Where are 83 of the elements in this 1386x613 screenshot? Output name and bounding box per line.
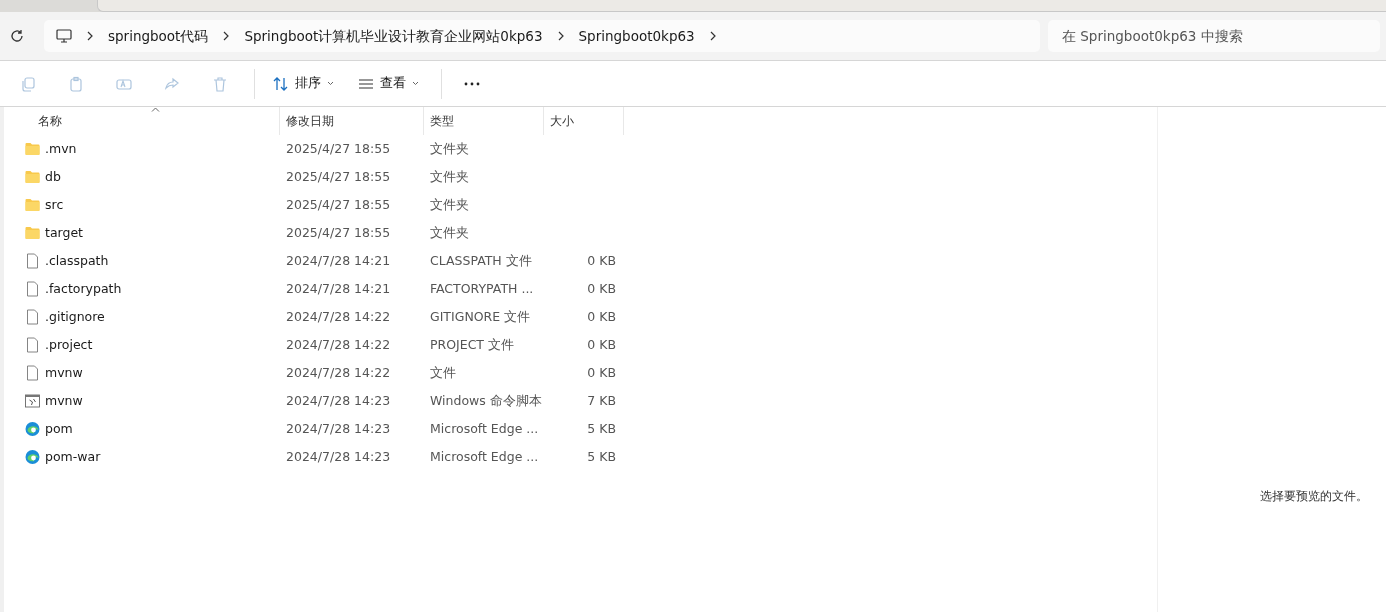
- clipboard-icon: [68, 75, 84, 92]
- modified-date: 2024/7/28 14:21: [286, 280, 391, 296]
- file-name[interactable]: mvnw: [45, 391, 83, 411]
- edge-logo-icon: [24, 449, 41, 465]
- folder-icon: [24, 197, 41, 213]
- file-name[interactable]: .project: [45, 335, 93, 355]
- folder-icon: [24, 141, 41, 157]
- trash-icon: [212, 75, 228, 92]
- computer-icon: [56, 28, 72, 44]
- file-type: PROJECT 文件: [430, 336, 514, 352]
- file-type: Windows 命令脚本: [430, 392, 542, 408]
- modified-date: 2024/7/28 14:23: [286, 392, 391, 408]
- file-name[interactable]: target: [45, 223, 83, 243]
- file-name[interactable]: pom: [45, 419, 73, 439]
- file-size: 0 KB: [587, 308, 616, 324]
- modified-date: 2024/7/28 14:22: [286, 308, 391, 324]
- modified-date: 2024/7/28 14:23: [286, 420, 391, 436]
- refresh-icon[interactable]: [10, 29, 24, 43]
- file-type: 文件夹: [430, 196, 469, 212]
- column-header[interactable]: 修改日期: [280, 107, 424, 135]
- modified-date: 2025/4/27 18:55: [286, 224, 391, 240]
- file-name[interactable]: .mvn: [45, 139, 77, 159]
- file-name[interactable]: .factorypath: [45, 279, 122, 299]
- modified-date: 2025/4/27 18:55: [286, 168, 391, 184]
- breadcrumb-item[interactable]: Springboot计算机毕业设计教育企业网站0kp63: [244, 25, 543, 47]
- file-name[interactable]: pom-war: [45, 447, 101, 467]
- sort-arrows-icon: [273, 75, 289, 92]
- more-icon: [464, 81, 480, 86]
- document-icon: [24, 253, 41, 269]
- chevron-icon: [556, 31, 565, 41]
- modified-date: 2025/4/27 18:55: [286, 140, 391, 156]
- modified-date: 2024/7/28 14:21: [286, 252, 391, 268]
- file-type: FACTORYPATH ...: [430, 280, 534, 296]
- view-button[interactable]: 查看: [348, 70, 429, 97]
- search-field[interactable]: 在 Springboot0kp63 中搜索: [1048, 20, 1380, 52]
- file-size: 5 KB: [587, 448, 616, 464]
- column-header[interactable]: 名称: [4, 107, 280, 135]
- folder-icon: [24, 169, 41, 185]
- folder-icon: [24, 225, 41, 241]
- file-type: GITIGNORE 文件: [430, 308, 531, 324]
- file-name[interactable]: .classpath: [45, 251, 109, 271]
- file-name[interactable]: .gitignore: [45, 307, 105, 327]
- column-header[interactable]: 类型: [424, 107, 544, 135]
- chevron-icon: [222, 31, 231, 41]
- modified-date: 2025/4/27 18:55: [286, 196, 391, 212]
- document-icon: [24, 337, 41, 353]
- caret-icon: [327, 81, 334, 86]
- column-header[interactable]: 大小: [544, 107, 624, 135]
- copy-icon: [20, 75, 36, 92]
- file-size: 5 KB: [587, 420, 616, 436]
- file-type: Microsoft Edge ...: [430, 420, 539, 436]
- file-type: 文件夹: [430, 224, 469, 240]
- file-type: 文件夹: [430, 168, 469, 184]
- modified-date: 2024/7/28 14:23: [286, 448, 391, 464]
- caret-icon: [412, 81, 419, 86]
- file-size: 0 KB: [587, 364, 616, 380]
- file-size: 0 KB: [587, 252, 616, 268]
- file-name[interactable]: src: [45, 195, 64, 215]
- chevron-icon: [86, 31, 94, 41]
- edge-logo-icon: [24, 421, 41, 437]
- document-icon: [24, 281, 41, 297]
- sort-caret-icon: [151, 107, 160, 112]
- breadcrumb-item[interactable]: springboot代码: [108, 25, 209, 47]
- file-size: 7 KB: [587, 392, 616, 408]
- file-name[interactable]: mvnw: [45, 363, 83, 383]
- file-size: 0 KB: [587, 336, 616, 352]
- file-size: 0 KB: [587, 280, 616, 296]
- document-icon: [24, 309, 41, 325]
- address-bar[interactable]: springboot代码 Springboot计算机毕业设计教育企业网站0kp63 Springboot0kp63: [44, 20, 1040, 52]
- modified-date: 2024/7/28 14:22: [286, 364, 391, 380]
- sort-button[interactable]: 排序: [263, 70, 344, 97]
- chevron-icon: [708, 31, 717, 41]
- share-icon: [164, 75, 180, 92]
- script-window-icon: [24, 393, 41, 409]
- file-type: 文件夹: [430, 140, 469, 156]
- modified-date: 2024/7/28 14:22: [286, 336, 391, 352]
- breadcrumb-item[interactable]: Springboot0kp63: [578, 25, 695, 47]
- file-type: CLASSPATH 文件: [430, 252, 532, 268]
- file-type: Microsoft Edge ...: [430, 448, 539, 464]
- preview-message: 选择要预览的文件。: [1260, 488, 1368, 505]
- file-name[interactable]: db: [45, 167, 61, 187]
- file-type: 文件: [430, 364, 456, 380]
- document-icon: [24, 365, 41, 381]
